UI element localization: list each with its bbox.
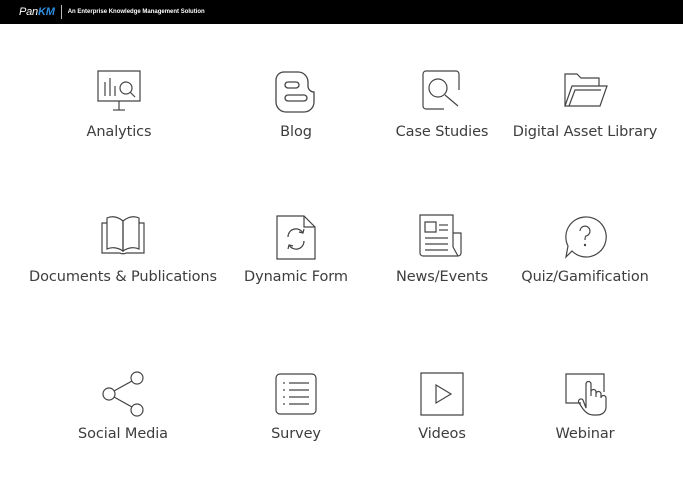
logo-suffix: KM (37, 6, 55, 18)
analytics-icon (95, 68, 143, 116)
tile-label: Survey (271, 426, 321, 442)
tile-social-media[interactable]: Social Media (33, 370, 213, 460)
question-bubble-icon (561, 213, 609, 261)
blog-icon (272, 68, 320, 116)
tile-label: Documents & Publications (29, 269, 217, 285)
dynamic-form-icon (272, 213, 320, 261)
list-icon (272, 370, 320, 418)
logo-prefix: Pan (19, 6, 38, 18)
book-icon (99, 213, 147, 261)
top-bar: PanKM An Enterprise Knowledge Management… (0, 0, 683, 24)
tile-label: News/Events (395, 269, 489, 285)
share-icon (99, 370, 147, 418)
folder-icon (561, 68, 609, 116)
tile-label: Social Media (78, 426, 168, 442)
play-icon (418, 370, 466, 418)
tagline: An Enterprise Knowledge Management Solut… (67, 9, 205, 15)
header-divider (60, 5, 62, 19)
tile-label: Dynamic Form (244, 269, 348, 285)
tile-label: Digital Asset Library (512, 124, 658, 140)
tile-label: Webinar (555, 426, 615, 442)
tile-label: Blog (280, 124, 312, 140)
tile-analytics[interactable]: Analytics (29, 68, 209, 158)
case-studies-icon (418, 68, 466, 116)
tile-label: Case Studies (395, 124, 489, 140)
tile-digital-asset-library[interactable]: Digital Asset Library (495, 68, 675, 158)
tile-label: Quiz/Gamification (521, 269, 649, 285)
tile-label: Videos (418, 426, 466, 442)
pankm-logo[interactable]: PanKM (19, 6, 55, 18)
tile-webinar[interactable]: Webinar (495, 370, 675, 460)
touch-screen-icon (561, 370, 609, 418)
newspaper-icon (418, 213, 466, 261)
tile-documents-publications[interactable]: Documents & Publications (29, 213, 217, 303)
tile-label: Analytics (86, 124, 152, 140)
tile-quiz-gamification[interactable]: Quiz/Gamification (495, 213, 675, 303)
